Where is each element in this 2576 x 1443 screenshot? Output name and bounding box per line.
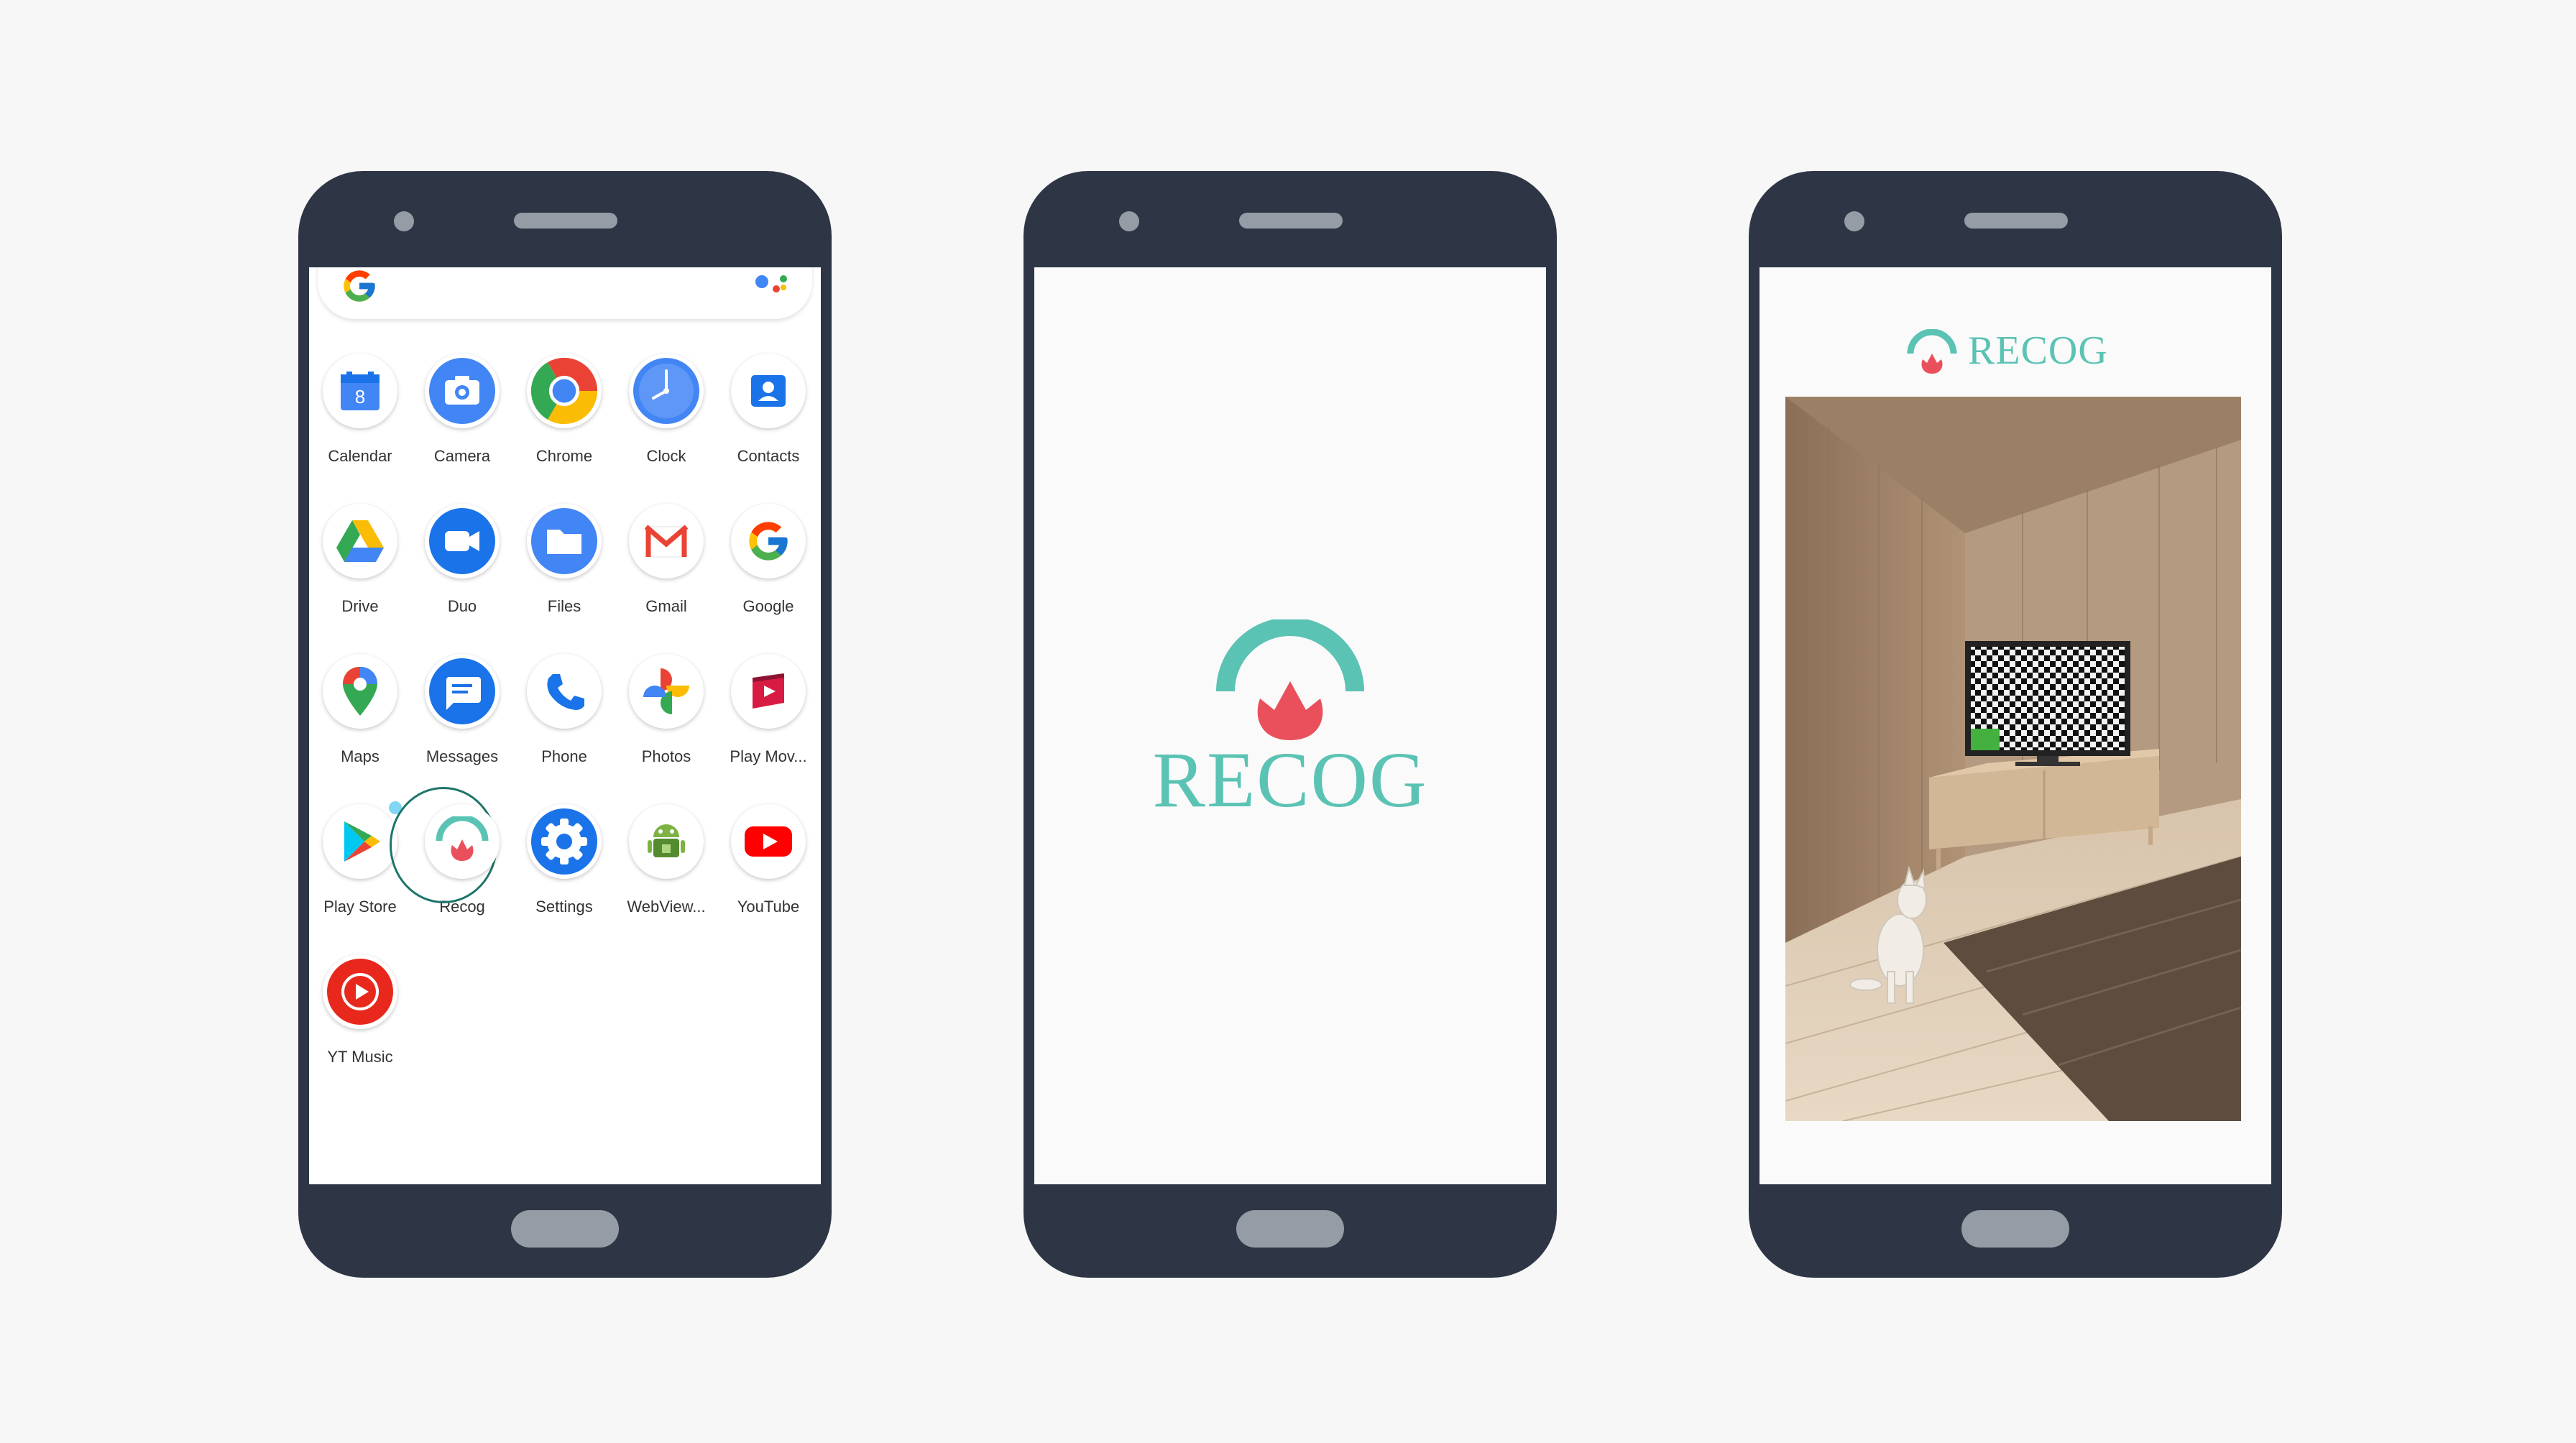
app-youtube[interactable]: YouTube [717,804,819,916]
gmail-icon [644,525,689,558]
google-icon [749,522,788,561]
recog-logo-icon [1216,617,1364,740]
app-label: Messages [426,747,499,765]
photos-icon [643,668,689,714]
app-label: YT Music [327,1048,393,1066]
room-scene-image [1785,397,2241,1121]
app-label: Play Mov... [730,747,807,765]
play-movies-icon [752,673,785,709]
splash-screen: RECOG [1034,267,1546,1184]
calendar-date: 8 [355,386,365,407]
app-label: Gmail [645,597,687,615]
app-label: Drive [341,597,379,615]
contacts-icon [751,375,786,407]
phone-splash: RECOG [1024,171,1557,1278]
app-play-movies[interactable]: Play Mov... [717,654,819,766]
phone-icon [547,674,584,710]
result-screen: RECOG [1760,267,2271,1184]
app-label: Photos [641,747,691,765]
brand-wordmark: RECOG [1968,328,2108,373]
home-button[interactable] [511,1210,619,1248]
home-button[interactable] [1236,1210,1344,1248]
app-maps[interactable]: Maps [309,654,411,766]
app-yt-music[interactable]: YT Music [309,954,411,1066]
app-camera[interactable]: Camera [411,354,513,466]
app-label: Calendar [328,447,392,465]
app-photos[interactable]: Photos [615,654,717,766]
app-label: Duo [447,597,477,615]
app-drive[interactable]: Drive [309,504,411,616]
messages-icon [429,658,495,724]
app-webview[interactable]: WebView... [615,804,717,916]
app-clock[interactable]: Clock [615,354,717,466]
earpiece-speaker [514,213,617,229]
files-icon [531,508,597,574]
app-phone[interactable]: Phone [513,654,615,766]
clock-icon [633,358,699,424]
phone-result: RECOG [1749,171,2282,1278]
play-store-icon [344,821,380,862]
maps-icon [343,667,377,716]
front-camera [1844,211,1864,231]
recog-logo: RECOG [1146,617,1434,864]
app-label: Camera [433,447,491,465]
assistant-icon[interactable] [752,270,792,299]
app-label: WebView... [627,898,706,916]
scene-photo[interactable] [1785,397,2241,1121]
yt-music-icon [327,959,393,1025]
webview-icon [648,824,685,857]
recog-icon [436,816,489,861]
app-google[interactable]: Google [717,504,819,616]
settings-icon [531,808,597,875]
app-settings[interactable]: Settings [513,804,615,916]
app-calendar[interactable]: 8 Calendar [309,354,411,466]
duo-icon [429,508,495,574]
app-label: Maps [341,747,380,765]
app-gmail[interactable]: Gmail [615,504,717,616]
app-label: Contacts [737,447,800,465]
brand-wordmark: RECOG [1152,736,1428,824]
earpiece-speaker [1964,213,2068,229]
recog-logo-icon [1907,329,1957,374]
youtube-icon [745,826,792,857]
app-contacts[interactable]: Contacts [717,354,819,466]
launcher-screen: 8 Calendar Camera Chrome Clock Contacts … [309,267,821,1184]
app-files[interactable]: Files [513,504,615,616]
app-header: RECOG [1760,325,2271,375]
earpiece-speaker [1239,213,1343,229]
google-search-bar[interactable] [318,267,812,319]
front-camera [394,211,414,231]
phone-launcher: 8 Calendar Camera Chrome Clock Contacts … [298,171,832,1278]
app-chrome[interactable]: Chrome [513,354,615,466]
app-label: Clock [646,447,686,465]
calendar-icon: 8 [341,372,380,410]
app-label: YouTube [737,898,800,916]
app-label: Settings [535,898,593,916]
app-label: Google [742,597,794,615]
google-g-icon [344,270,375,302]
front-camera [1119,211,1139,231]
app-label: Play Store [323,898,397,916]
app-recog[interactable]: Recog [390,787,513,916]
app-duo[interactable]: Duo [411,504,513,616]
home-button[interactable] [1961,1210,2069,1248]
camera-icon [429,358,495,424]
app-messages[interactable]: Messages [411,654,513,766]
app-label: Files [547,597,581,615]
drive-icon [336,520,384,562]
chrome-icon [530,357,598,425]
app-label: Phone [541,747,587,765]
app-label: Chrome [535,447,593,465]
